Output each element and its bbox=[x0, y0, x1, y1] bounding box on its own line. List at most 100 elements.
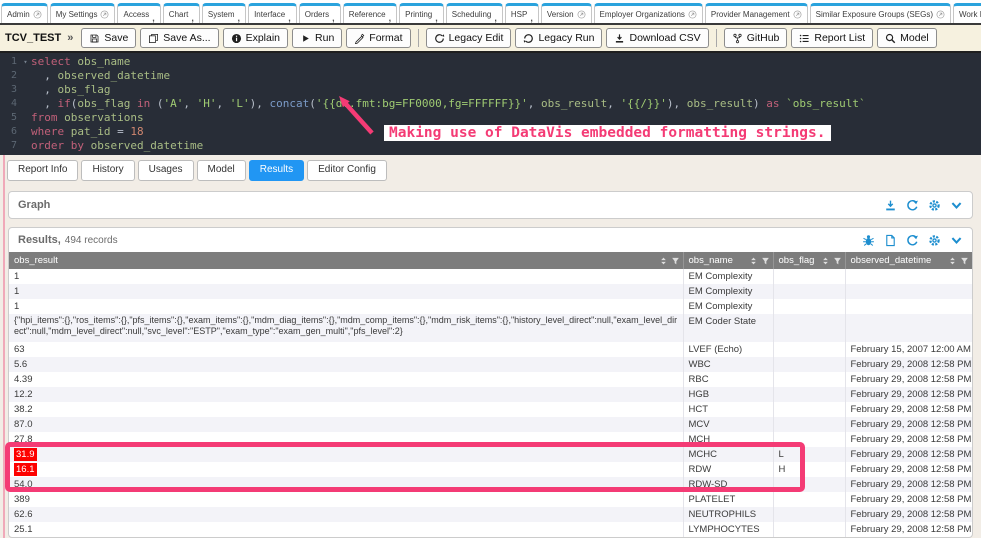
nav-tab-orders[interactable]: Orders, bbox=[299, 3, 341, 23]
line-number: 6 bbox=[0, 125, 20, 139]
report-menu-chevron[interactable]: » bbox=[67, 32, 73, 44]
table-row: 54.0RDW-SDFebruary 29, 2008 12:58 PM bbox=[9, 477, 972, 492]
report-list-button[interactable]: Report List bbox=[791, 28, 873, 48]
results-table: obs_resultobs_nameobs_flagobserved_datet… bbox=[9, 252, 973, 537]
button-label: Report List bbox=[814, 32, 865, 44]
cell-obs-flag bbox=[773, 492, 845, 507]
nav-tab-printing[interactable]: Printing, bbox=[399, 3, 444, 23]
refresh-icon[interactable] bbox=[906, 199, 919, 212]
table-row: 1EM Complexity bbox=[9, 284, 972, 299]
external-link-icon bbox=[688, 10, 697, 19]
editor-line: 7order by observed_datetime bbox=[0, 139, 981, 153]
gear-icon[interactable] bbox=[928, 199, 941, 212]
cell-observed-datetime: February 29, 2008 12:58 PM bbox=[845, 462, 972, 477]
nav-tab-access[interactable]: Access, bbox=[117, 3, 160, 23]
nav-tab-reference[interactable]: Reference, bbox=[343, 3, 397, 23]
bug-icon[interactable] bbox=[862, 234, 875, 247]
cell-obs-name: MCHC bbox=[683, 447, 773, 462]
cell-obs-result: 27.8 bbox=[9, 432, 683, 447]
results-panel-header[interactable]: Results, 494 records bbox=[9, 228, 972, 252]
download-icon[interactable] bbox=[884, 199, 897, 212]
nav-tab-employer-organizations[interactable]: Employer Organizations bbox=[594, 3, 703, 23]
code-text: from observations bbox=[31, 111, 144, 125]
nav-tab-admin[interactable]: Admin bbox=[1, 3, 48, 23]
save-button[interactable]: Save bbox=[81, 28, 136, 48]
save-icon bbox=[89, 33, 100, 44]
column-header-obs-name[interactable]: obs_name bbox=[683, 252, 773, 269]
nav-tab-label: Orders bbox=[305, 10, 329, 19]
nav-tab-hsp[interactable]: HSP, bbox=[505, 3, 539, 23]
button-label: Download CSV bbox=[629, 32, 700, 44]
nav-tab-label: Version bbox=[547, 10, 574, 19]
external-link-icon bbox=[577, 10, 586, 19]
refresh-icon[interactable] bbox=[906, 234, 919, 247]
nav-tab-scheduling[interactable]: Scheduling, bbox=[446, 3, 503, 23]
nav-tab-interface[interactable]: Interface, bbox=[248, 3, 297, 23]
cell-obs-flag bbox=[773, 299, 845, 314]
cell-obs-name: EM Complexity bbox=[683, 269, 773, 284]
nav-tab-system[interactable]: System, bbox=[202, 3, 246, 23]
sort-icon[interactable] bbox=[659, 256, 668, 265]
line-number: 4 bbox=[0, 97, 20, 111]
table-row: {"hpi_items":{},"ros_items":{},"pfs_item… bbox=[9, 314, 972, 342]
sql-editor[interactable]: 1▾select obs_name2 , observed_datetime3 … bbox=[0, 53, 981, 155]
column-header-observed-datetime[interactable]: observed_datetime bbox=[845, 252, 972, 269]
filter-icon[interactable] bbox=[761, 256, 770, 265]
nav-tab-work-locations[interactable]: Work Locations bbox=[953, 3, 981, 23]
tab-report-info[interactable]: Report Info bbox=[7, 160, 78, 181]
tab-history[interactable]: History bbox=[81, 160, 134, 181]
file-icon[interactable] bbox=[884, 234, 897, 247]
flagged-value: 31.9 bbox=[14, 448, 37, 461]
nav-tab-provider-management[interactable]: Provider Management bbox=[705, 3, 808, 23]
sort-icon[interactable] bbox=[821, 256, 830, 265]
gear-icon[interactable] bbox=[928, 234, 941, 247]
cell-obs-name: NEUTROPHILS bbox=[683, 507, 773, 522]
column-header-obs-flag[interactable]: obs_flag bbox=[773, 252, 845, 269]
table-row: 1EM Complexity bbox=[9, 269, 972, 284]
cell-observed-datetime: February 29, 2008 12:58 PM bbox=[845, 477, 972, 492]
nav-tab-label: Admin bbox=[7, 10, 30, 19]
dropdown-comma-icon: , bbox=[494, 13, 497, 17]
filter-icon[interactable] bbox=[960, 256, 969, 265]
tab-results[interactable]: Results bbox=[249, 160, 304, 181]
cell-observed-datetime: February 29, 2008 12:58 PM bbox=[845, 447, 972, 462]
nav-tab-chart[interactable]: Chart, bbox=[163, 3, 200, 23]
download-icon bbox=[614, 33, 625, 44]
explain-button[interactable]: Explain bbox=[223, 28, 288, 48]
chevron-down-icon[interactable] bbox=[950, 234, 963, 247]
chevron-down-icon[interactable] bbox=[950, 199, 963, 212]
button-label: Save As... bbox=[163, 32, 210, 44]
tab-bar: Report InfoHistoryUsagesModelResultsEdit… bbox=[0, 157, 981, 183]
sort-icon[interactable] bbox=[749, 256, 758, 265]
legacy-edit-button[interactable]: Legacy Edit bbox=[426, 28, 512, 48]
filter-icon[interactable] bbox=[833, 256, 842, 265]
download-csv-button[interactable]: Download CSV bbox=[606, 28, 708, 48]
tab-editor-config[interactable]: Editor Config bbox=[307, 160, 387, 181]
nav-tab-version[interactable]: Version bbox=[541, 3, 592, 23]
editor-line: 2 , observed_datetime bbox=[0, 69, 981, 83]
fold-caret-icon[interactable]: ▾ bbox=[20, 55, 31, 69]
cell-obs-flag bbox=[773, 387, 845, 402]
legacy-run-button[interactable]: Legacy Run bbox=[515, 28, 602, 48]
sort-icon[interactable] bbox=[948, 256, 957, 265]
cell-obs-flag bbox=[773, 357, 845, 372]
tab-model[interactable]: Model bbox=[197, 160, 246, 181]
code-text: where pat_id = 18 bbox=[31, 125, 144, 139]
run-button[interactable]: Run bbox=[292, 28, 342, 48]
branch-icon bbox=[732, 33, 743, 44]
save-as-button[interactable]: Save As... bbox=[140, 28, 218, 48]
github-button[interactable]: GitHub bbox=[724, 28, 788, 48]
nav-tab-label: Similar Exposure Groups (SEGs) bbox=[816, 10, 933, 19]
table-row: 27.8MCHFebruary 29, 2008 12:58 PM bbox=[9, 432, 972, 447]
nav-tab-similar-exposure-groups-segs[interactable]: Similar Exposure Groups (SEGs) bbox=[810, 3, 951, 23]
tab-usages[interactable]: Usages bbox=[138, 160, 194, 181]
model-button[interactable]: Model bbox=[877, 28, 937, 48]
format-button[interactable]: Format bbox=[346, 28, 410, 48]
column-header-obs-result[interactable]: obs_result bbox=[9, 252, 683, 269]
cell-obs-flag bbox=[773, 477, 845, 492]
nav-tab-my-settings[interactable]: My Settings bbox=[50, 3, 116, 23]
nav-tab-label: Chart bbox=[169, 10, 189, 19]
external-link-icon bbox=[793, 10, 802, 19]
filter-icon[interactable] bbox=[671, 256, 680, 265]
graph-panel-header[interactable]: Graph bbox=[9, 192, 972, 218]
